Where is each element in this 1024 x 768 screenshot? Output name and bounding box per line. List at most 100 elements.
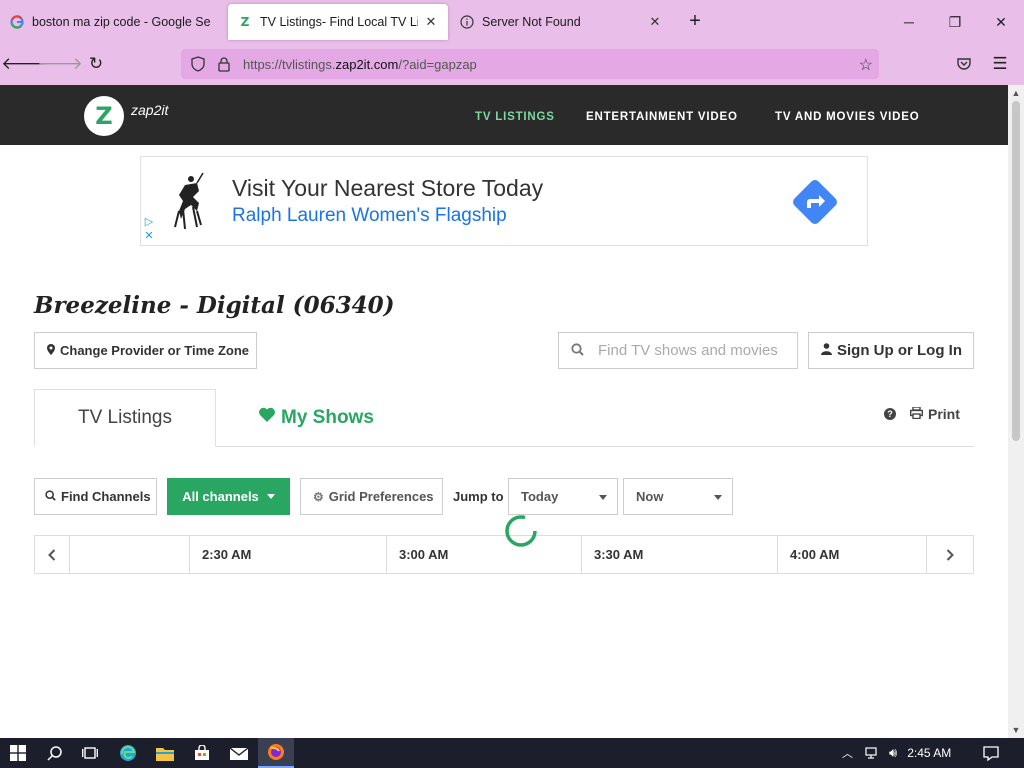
- address-bar[interactable]: https://tvlistings.zap2it.com/?aid=gapza…: [181, 49, 879, 79]
- tab-server-not-found[interactable]: Server Not Found ✕: [450, 0, 672, 44]
- menu-icon[interactable]: ☰: [986, 50, 1014, 78]
- find-channels-label: Find Channels: [61, 489, 151, 504]
- shield-icon[interactable]: [189, 55, 207, 73]
- change-provider-label: Change Provider or Time Zone: [60, 343, 250, 358]
- close-tab-icon[interactable]: ✕: [424, 14, 438, 30]
- tab-tv-listings-page[interactable]: TV Listings: [34, 389, 216, 447]
- gear-icon: ⚙: [313, 489, 324, 504]
- all-channels-label: All channels: [182, 489, 259, 504]
- new-tab-button[interactable]: +: [684, 10, 706, 32]
- jump-to-label: Jump to: [453, 489, 504, 504]
- edge-browser-icon[interactable]: [110, 738, 146, 768]
- change-provider-button[interactable]: Change Provider or Time Zone: [34, 332, 257, 369]
- info-icon: [460, 15, 474, 29]
- day-select[interactable]: Today: [508, 478, 618, 515]
- tab-google-search[interactable]: boston ma zip code - Google Se: [0, 0, 226, 44]
- firefox-icon[interactable]: [258, 738, 294, 768]
- windows-start-icon[interactable]: [0, 738, 36, 768]
- print-icon[interactable]: [909, 406, 924, 422]
- close-tab-icon[interactable]: ✕: [648, 14, 662, 30]
- system-tray: ︿ 🔊︎ 2:45 AM: [842, 738, 951, 768]
- day-select-value: Today: [521, 489, 559, 504]
- time-slot: 4:00 AM: [778, 536, 927, 573]
- pocket-icon[interactable]: [950, 50, 978, 78]
- mail-icon[interactable]: [221, 738, 257, 768]
- site-header: Z zap2it TV LISTINGS ENTERTAINMENT VIDEO…: [0, 85, 1008, 145]
- help-print-group: ? Print: [884, 406, 960, 422]
- tab-tv-listings[interactable]: Z TV Listings- Find Local TV Listin ✕: [228, 4, 448, 40]
- time-slot: 3:30 AM: [582, 536, 778, 573]
- next-time-button[interactable]: [927, 536, 973, 573]
- clock[interactable]: 2:45 AM: [907, 746, 951, 760]
- maximize-icon[interactable]: ❐: [932, 0, 978, 44]
- browser-window: boston ma zip code - Google Se Z TV List…: [0, 0, 1024, 768]
- directions-arrow-icon[interactable]: [791, 178, 839, 226]
- tab-title: TV Listings- Find Local TV Listin: [260, 15, 418, 29]
- find-channels-button[interactable]: Find Channels: [34, 478, 157, 515]
- map-marker-icon: [47, 343, 55, 358]
- google-g-icon: [10, 15, 24, 29]
- caret-down-icon: [599, 495, 607, 500]
- prev-time-button[interactable]: [35, 536, 70, 573]
- url-text: https://tvlistings.zap2it.com/?aid=gapza…: [243, 56, 477, 72]
- zap2it-logo[interactable]: Z: [84, 96, 124, 136]
- nav-tv-movies-video[interactable]: TV AND MOVIES VIDEO: [775, 111, 920, 123]
- help-icon[interactable]: ?: [884, 408, 896, 420]
- signup-login-button[interactable]: Sign Up or Log In: [808, 332, 974, 369]
- search-icon[interactable]: [37, 738, 73, 768]
- network-icon[interactable]: [865, 745, 881, 762]
- reload-icon[interactable]: ↻: [82, 50, 110, 78]
- minimize-icon[interactable]: ─: [886, 0, 932, 44]
- chevron-left-icon: [48, 548, 56, 561]
- chevron-right-icon: [946, 548, 954, 561]
- polo-horse-logo: [174, 172, 204, 230]
- loading-spinner-icon: [505, 515, 537, 547]
- provider-title: Breezeline - Digital (06340): [34, 292, 395, 319]
- navigation-bar: 🡐 🡒 ↻ https://tvlistings.zap2it.com/?aid…: [0, 44, 1024, 85]
- scroll-thumb[interactable]: [1012, 101, 1020, 441]
- user-icon: [821, 342, 832, 359]
- print-link[interactable]: Print: [928, 406, 960, 422]
- adchoices-icon[interactable]: ▷ ✕: [143, 215, 155, 243]
- bookmark-star-icon[interactable]: ☆: [859, 55, 873, 75]
- search-icon: [571, 342, 584, 359]
- windows-taskbar: ︿ 🔊︎ 2:45 AM: [0, 738, 1024, 768]
- web-page: Z zap2it TV LISTINGS ENTERTAINMENT VIDEO…: [0, 85, 1008, 738]
- scroll-down-icon[interactable]: ▼: [1008, 722, 1024, 738]
- scroll-up-icon[interactable]: ▲: [1008, 85, 1024, 101]
- logo-text[interactable]: zap2it: [131, 102, 168, 118]
- chevron-up-icon[interactable]: ︿: [842, 745, 853, 761]
- store-icon[interactable]: [184, 738, 220, 768]
- time-slot: 2:30 AM: [190, 536, 387, 573]
- search-icon: [45, 489, 56, 504]
- ad-headline[interactable]: Visit Your Nearest Store Today: [232, 175, 543, 202]
- file-explorer-icon[interactable]: [147, 738, 183, 768]
- lock-icon[interactable]: [215, 55, 233, 73]
- forward-icon[interactable]: 🡒: [37, 50, 83, 78]
- task-view-icon[interactable]: [72, 738, 108, 768]
- all-channels-dropdown[interactable]: All channels: [167, 478, 290, 515]
- tab-strip: boston ma zip code - Google Se Z TV List…: [0, 0, 1024, 44]
- caret-down-icon: [714, 495, 722, 500]
- time-select-value: Now: [636, 489, 664, 504]
- show-search-box[interactable]: [558, 332, 798, 369]
- grid-preferences-button[interactable]: ⚙ Grid Preferences: [300, 478, 443, 515]
- time-select[interactable]: Now: [623, 478, 733, 515]
- channel-column-header: [70, 536, 190, 573]
- ad-subline[interactable]: Ralph Lauren Women's Flagship: [232, 205, 507, 227]
- signup-label: Sign Up or Log In: [837, 342, 962, 359]
- tab-title: Server Not Found: [482, 15, 581, 29]
- nav-entertainment-video[interactable]: ENTERTAINMENT VIDEO: [586, 111, 738, 123]
- close-window-icon[interactable]: ✕: [978, 0, 1024, 44]
- notifications-icon[interactable]: [974, 738, 1008, 768]
- ad-banner[interactable]: Visit Your Nearest Store Today Ralph Lau…: [140, 156, 868, 246]
- heart-icon: [258, 407, 276, 429]
- tab-my-shows[interactable]: My Shows: [258, 407, 374, 429]
- page-scrollbar[interactable]: ▲ ▼: [1008, 85, 1024, 738]
- tab-title: boston ma zip code - Google Se: [32, 15, 211, 29]
- search-input[interactable]: [598, 342, 788, 359]
- nav-tv-listings[interactable]: TV LISTINGS: [475, 111, 555, 123]
- back-icon[interactable]: 🡐: [1, 50, 47, 78]
- volume-icon[interactable]: 🔊︎: [889, 745, 897, 761]
- caret-down-icon: [266, 494, 275, 499]
